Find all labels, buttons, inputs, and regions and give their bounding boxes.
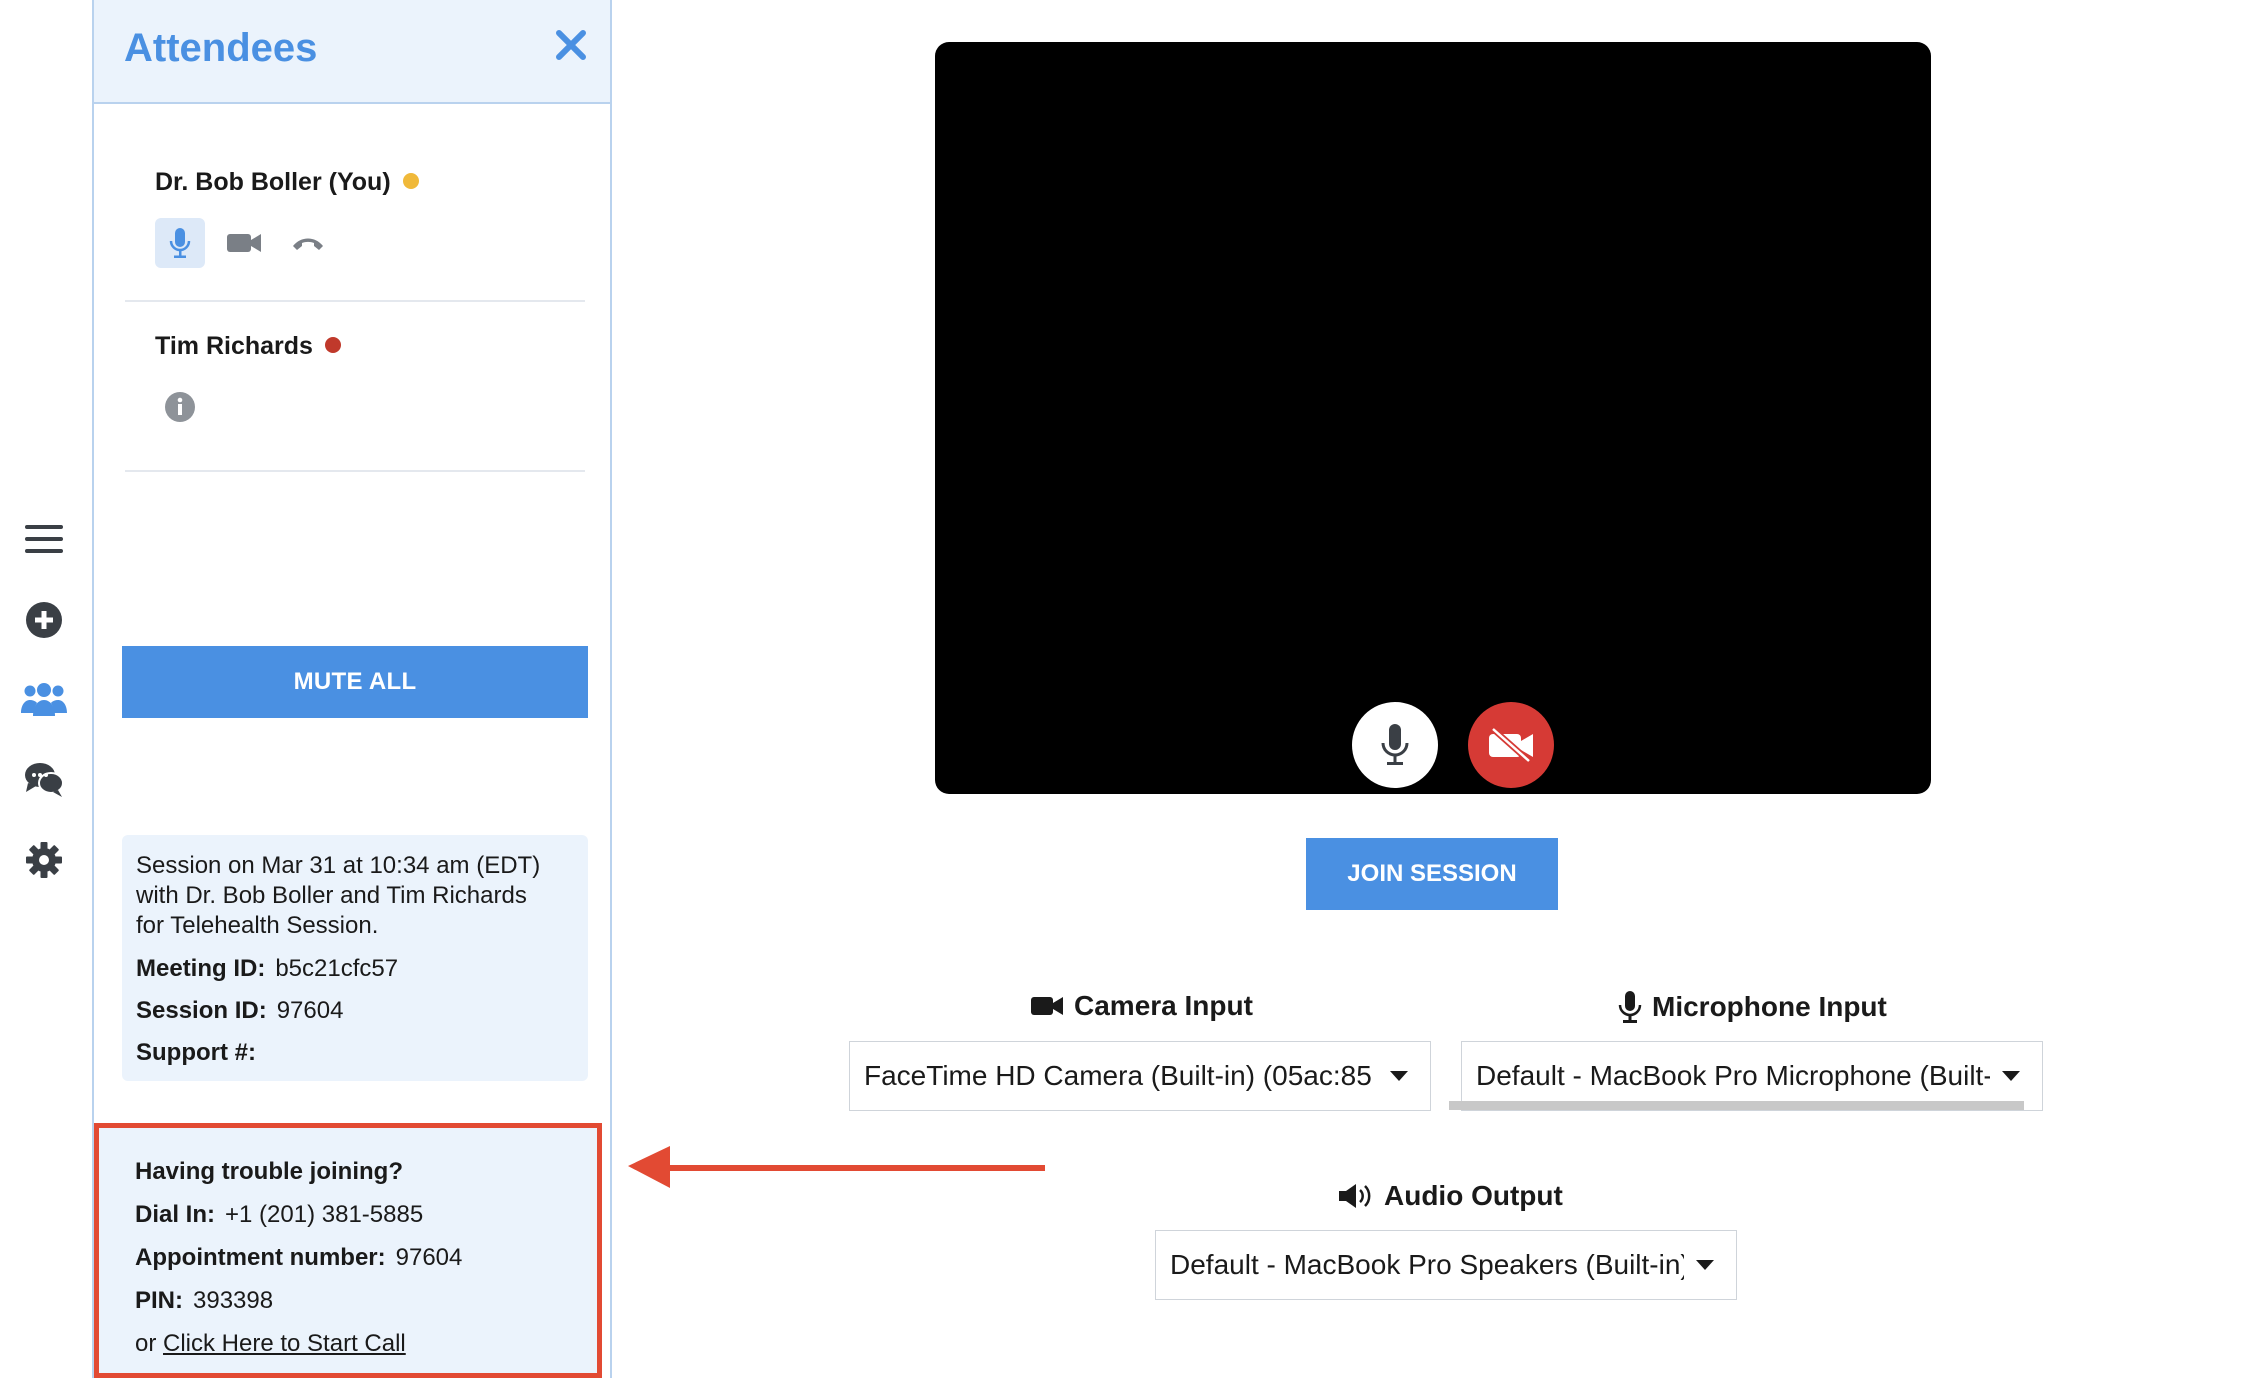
mic-icon[interactable] bbox=[155, 218, 205, 268]
support-row: Support #: bbox=[136, 1038, 574, 1068]
appointment-row: Appointment number: 97604 bbox=[135, 1236, 561, 1279]
start-call-link[interactable]: Click Here to Start Call bbox=[163, 1330, 406, 1357]
chevron-down-icon bbox=[2002, 1071, 2020, 1081]
attendee-name-text: Tim Richards bbox=[155, 332, 313, 360]
camera-input-label-text: Camera Input bbox=[1074, 990, 1253, 1021]
session-id-row: Session ID: 97604 bbox=[136, 996, 574, 1026]
join-session-button[interactable]: JOIN SESSION bbox=[1306, 838, 1558, 910]
audio-output-label-text: Audio Output bbox=[1384, 1180, 1563, 1211]
session-description: Session on Mar 31 at 10:34 am (EDT) with… bbox=[136, 851, 574, 941]
attendee-row: Dr. Bob Boller (You) bbox=[125, 104, 585, 302]
dial-in-label: Dial In: bbox=[135, 1201, 216, 1228]
camera-icon bbox=[1031, 997, 1063, 1015]
trouble-heading-text: Having trouble joining? bbox=[135, 1158, 403, 1185]
chat-icon[interactable] bbox=[20, 756, 68, 804]
attendee-name: Tim Richards bbox=[155, 332, 341, 361]
audio-output-select[interactable]: Default - MacBook Pro Speakers (Built-in… bbox=[1155, 1230, 1737, 1300]
panel-title: Attendees bbox=[124, 26, 318, 70]
session-description-line: with Dr. Bob Boller and Tim Richards bbox=[136, 882, 527, 909]
status-dot bbox=[324, 337, 341, 354]
chevron-down-icon bbox=[1390, 1071, 1408, 1081]
hang-up-icon[interactable] bbox=[283, 218, 333, 268]
start-call-row: or Click Here to Start Call bbox=[135, 1322, 561, 1365]
camera-select[interactable]: FaceTime HD Camera (Built-in) (05ac:85 bbox=[849, 1041, 1431, 1111]
speaker-icon bbox=[1339, 1184, 1371, 1208]
appointment-number: 97604 bbox=[395, 1244, 463, 1271]
meeting-id-value: b5c21cfc57 bbox=[275, 955, 399, 982]
pin-label: PIN: bbox=[135, 1287, 183, 1314]
mic-icon bbox=[1618, 991, 1642, 1023]
video-preview bbox=[935, 42, 1931, 794]
microphone-select-value: Default - MacBook Pro Microphone (Built-… bbox=[1476, 1060, 1990, 1091]
session-id-value: 97604 bbox=[276, 997, 344, 1024]
audio-output-label: Audio Output bbox=[1338, 1180, 1563, 1212]
close-icon[interactable] bbox=[548, 22, 594, 68]
session-info-box: Session on Mar 31 at 10:34 am (EDT) with… bbox=[122, 835, 588, 1081]
pin-value: 393398 bbox=[193, 1287, 274, 1314]
info-icon[interactable] bbox=[155, 382, 205, 432]
camera-icon[interactable] bbox=[219, 218, 269, 268]
audio-output-select-value: Default - MacBook Pro Speakers (Built-in… bbox=[1170, 1249, 1684, 1280]
microphone-input-label: Microphone Input bbox=[1618, 990, 1887, 1024]
left-nav-rail bbox=[0, 0, 92, 1378]
trouble-heading: Having trouble joining? bbox=[135, 1150, 561, 1193]
appointment-label: Appointment number: bbox=[135, 1244, 386, 1271]
attendee-name-text: Dr. Bob Boller (You) bbox=[155, 168, 391, 196]
dial-in-row: Dial In: +1 (201) 381-5885 bbox=[135, 1193, 561, 1236]
attendees-panel: Attendees Dr. Bob Boller (You) Tim Richa… bbox=[92, 0, 612, 1378]
pin-row: PIN: 393398 bbox=[135, 1279, 561, 1322]
session-id-label: Session ID: bbox=[136, 997, 267, 1024]
mic-icon[interactable] bbox=[1352, 702, 1438, 788]
mute-all-button[interactable]: MUTE ALL bbox=[122, 646, 588, 718]
plus-circle-icon[interactable] bbox=[20, 596, 68, 644]
panel-header: Attendees bbox=[94, 0, 610, 104]
menu-icon[interactable] bbox=[20, 515, 68, 563]
session-description-line: for Telehealth Session. bbox=[136, 912, 379, 939]
annotation-arrow bbox=[628, 1146, 1045, 1188]
meeting-id-label: Meeting ID: bbox=[136, 955, 266, 982]
status-dot bbox=[402, 173, 419, 190]
camera-input-label: Camera Input bbox=[1030, 990, 1253, 1022]
attendee-row: Tim Richards bbox=[125, 302, 585, 472]
or-text: or bbox=[135, 1330, 157, 1357]
gear-icon[interactable] bbox=[20, 836, 68, 884]
attendees-icon[interactable] bbox=[20, 676, 68, 724]
attendee-name: Dr. Bob Boller (You) bbox=[155, 168, 419, 197]
support-label: Support #: bbox=[136, 1039, 256, 1066]
trouble-joining-box: Having trouble joining? Dial In: +1 (201)… bbox=[94, 1123, 602, 1378]
meeting-id-row: Meeting ID: b5c21cfc57 bbox=[136, 954, 574, 984]
camera-select-value: FaceTime HD Camera (Built-in) (05ac:85 bbox=[864, 1060, 1372, 1091]
chevron-down-icon bbox=[1696, 1260, 1714, 1270]
camera-off-icon[interactable] bbox=[1468, 702, 1554, 788]
session-description-line: Session on Mar 31 at 10:34 am (EDT) bbox=[136, 852, 541, 879]
microphone-input-label-text: Microphone Input bbox=[1652, 991, 1887, 1022]
microphone-level-bar bbox=[1449, 1101, 2024, 1110]
dial-in-number: +1 (201) 381-5885 bbox=[225, 1201, 424, 1228]
